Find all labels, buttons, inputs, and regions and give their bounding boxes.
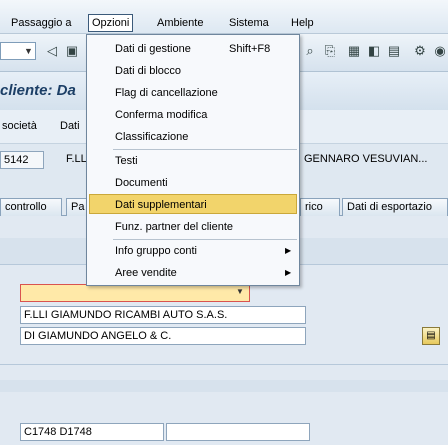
page-title: cliente: Da: [0, 82, 76, 99]
back-icon[interactable]: ◁: [44, 43, 60, 59]
layout-alt2-icon[interactable]: ▤: [386, 43, 402, 59]
menu-item-testi[interactable]: Testi: [115, 151, 295, 171]
menu-separator: [113, 239, 297, 240]
chevron-right-icon: ▶: [285, 246, 292, 255]
menu-item-aree-vendite[interactable]: Aree vendite: [115, 263, 295, 283]
help-icon[interactable]: ◉: [432, 43, 448, 59]
name2-field[interactable]: DI GIAMUNDO ANGELO & C.: [20, 327, 306, 345]
menu-bar: Passaggio a Opzioni Ambiente Sistema Hel…: [0, 0, 448, 34]
menu-sistema[interactable]: Sistema: [226, 14, 272, 32]
find-next-icon[interactable]: ⎘: [322, 43, 338, 59]
menu-item-classificazione[interactable]: Classificazione: [115, 127, 295, 147]
societa-button[interactable]: società: [2, 120, 37, 132]
customer-name-short: F.LL: [66, 153, 87, 165]
chevron-down-icon[interactable]: ▼: [236, 287, 244, 296]
dati-button[interactable]: Dati: [60, 120, 80, 132]
menu-item-conferma-modifica[interactable]: Conferma modifica: [115, 105, 295, 125]
menu-item-dati-blocco[interactable]: Dati di blocco: [115, 61, 295, 81]
value-help-icon[interactable]: ▤: [422, 327, 440, 345]
menu-item-funz-partner[interactable]: Funz. partner del cliente: [115, 217, 295, 237]
menu-ambiente[interactable]: Ambiente: [154, 14, 206, 32]
menu-opzioni[interactable]: Opzioni: [88, 14, 134, 32]
layout-icon[interactable]: ▦: [346, 43, 362, 59]
tab-dati-esportazione[interactable]: Dati di esportazio: [342, 198, 448, 216]
menu-separator: [113, 149, 297, 150]
menu-item-info-gruppo-conti[interactable]: Info gruppo conti: [115, 241, 295, 261]
find-icon[interactable]: ⌕: [302, 43, 318, 59]
section-divider-2: [0, 364, 448, 365]
save-icon[interactable]: ▣: [64, 43, 80, 59]
title-dropdown[interactable]: [20, 284, 250, 302]
menu-item-flag-cancellazione[interactable]: Flag di cancellazione: [115, 83, 295, 103]
menu-help[interactable]: Help: [288, 14, 317, 32]
menu-item-dati-supplementari[interactable]: Dati supplementari: [115, 195, 295, 215]
menu-item-shortcut: Shift+F8: [229, 43, 271, 55]
tab-carico[interactable]: rico: [300, 198, 340, 216]
menu-passaggio[interactable]: Passaggio a: [8, 14, 75, 32]
layout-alt-icon[interactable]: ◧: [366, 43, 382, 59]
customer-city: GENNARO VESUVIAN...: [304, 153, 428, 165]
tab-controllo[interactable]: controllo: [0, 198, 62, 216]
search-term-field[interactable]: C1748 D1748: [20, 423, 164, 441]
dropdown-arrow-icon[interactable]: ▼: [22, 43, 35, 59]
settings-icon[interactable]: ⚙: [412, 43, 428, 59]
customer-number-field[interactable]: 5142: [0, 151, 44, 169]
section-header-2: [0, 380, 448, 392]
opzioni-menu: Dati di gestione Shift+F8 Dati di blocco…: [86, 34, 300, 286]
search-term-2-field[interactable]: [166, 423, 310, 441]
name1-field[interactable]: F.LLI GIAMUNDO RICAMBI AUTO S.A.S.: [20, 306, 306, 324]
chevron-right-icon: ▶: [285, 268, 292, 277]
menu-item-documenti[interactable]: Documenti: [115, 173, 295, 193]
